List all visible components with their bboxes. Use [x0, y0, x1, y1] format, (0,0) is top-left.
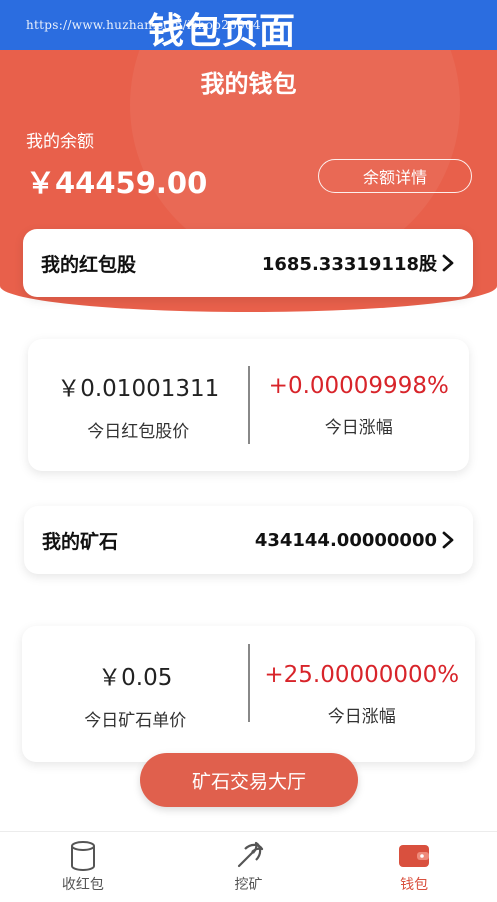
balance-detail-button[interactable]: 余额详情	[318, 159, 472, 193]
tab-mining[interactable]: 挖矿	[166, 832, 332, 902]
red-packet-shares-row[interactable]: 我的红包股 1685.33319118股	[23, 229, 473, 297]
page-title: 我的钱包	[200, 70, 297, 98]
balance-label: 我的余额	[26, 132, 94, 152]
red-packet-shares-value: 1685.33319118股	[261, 254, 437, 275]
ore-value-wrap: 434144.00000000	[255, 530, 455, 551]
ore-stats-divider	[248, 644, 250, 722]
tab-label: 收红包	[61, 877, 104, 893]
pickaxe-icon	[237, 841, 263, 868]
ore-title: 我的矿石	[42, 530, 119, 553]
red-packet-shares-value-wrap: 1685.33319118股	[262, 250, 455, 276]
ore-price-col: ￥0.05 今日矿石单价	[22, 626, 249, 762]
ore-change-label: 今日涨幅	[327, 706, 396, 727]
ore-change-col: +25.00000000% 今日涨幅	[249, 626, 476, 762]
share-change-value: +0.00009998%	[268, 372, 449, 399]
ore-change-value: +25.00000000%	[264, 661, 460, 688]
ore-price-value: ￥0.05	[98, 664, 173, 691]
chevron-right-icon	[442, 531, 454, 549]
ore-price-label: 今日矿石单价	[84, 710, 187, 731]
share-price-label: 今日红包股价	[87, 421, 190, 442]
share-change-col: +0.00009998% 今日涨幅	[249, 339, 470, 471]
balance-amount: ￥44459.00	[26, 166, 208, 200]
chevron-right-icon	[442, 254, 454, 272]
share-change-label: 今日涨幅	[324, 417, 393, 438]
share-price-col: ￥0.01001311 今日红包股价	[28, 339, 249, 471]
wallet-icon	[399, 845, 430, 867]
bottom-tab-bar: 收红包 挖矿 钱包	[0, 831, 497, 902]
tab-wallet[interactable]: 钱包	[331, 832, 497, 902]
share-stats-divider	[248, 366, 250, 444]
ore-value: 434144.00000000	[254, 529, 437, 551]
tab-collect-red-packet[interactable]: 收红包	[0, 832, 166, 902]
tab-label: 挖矿	[234, 877, 263, 893]
watermark-banner: https://www.huzhan.com/ishop26004 钱包页面	[0, 0, 497, 50]
watermark-title: 钱包页面	[148, 11, 297, 50]
tab-label: 钱包	[400, 877, 429, 893]
ore-trade-hall-button[interactable]: 矿石交易大厅	[140, 753, 358, 807]
ore-row[interactable]: 我的矿石 434144.00000000	[24, 506, 473, 574]
red-packet-shares-title: 我的红包股	[41, 253, 137, 276]
cylinder-icon	[70, 841, 95, 871]
share-price-value: ￥0.01001311	[57, 375, 220, 402]
